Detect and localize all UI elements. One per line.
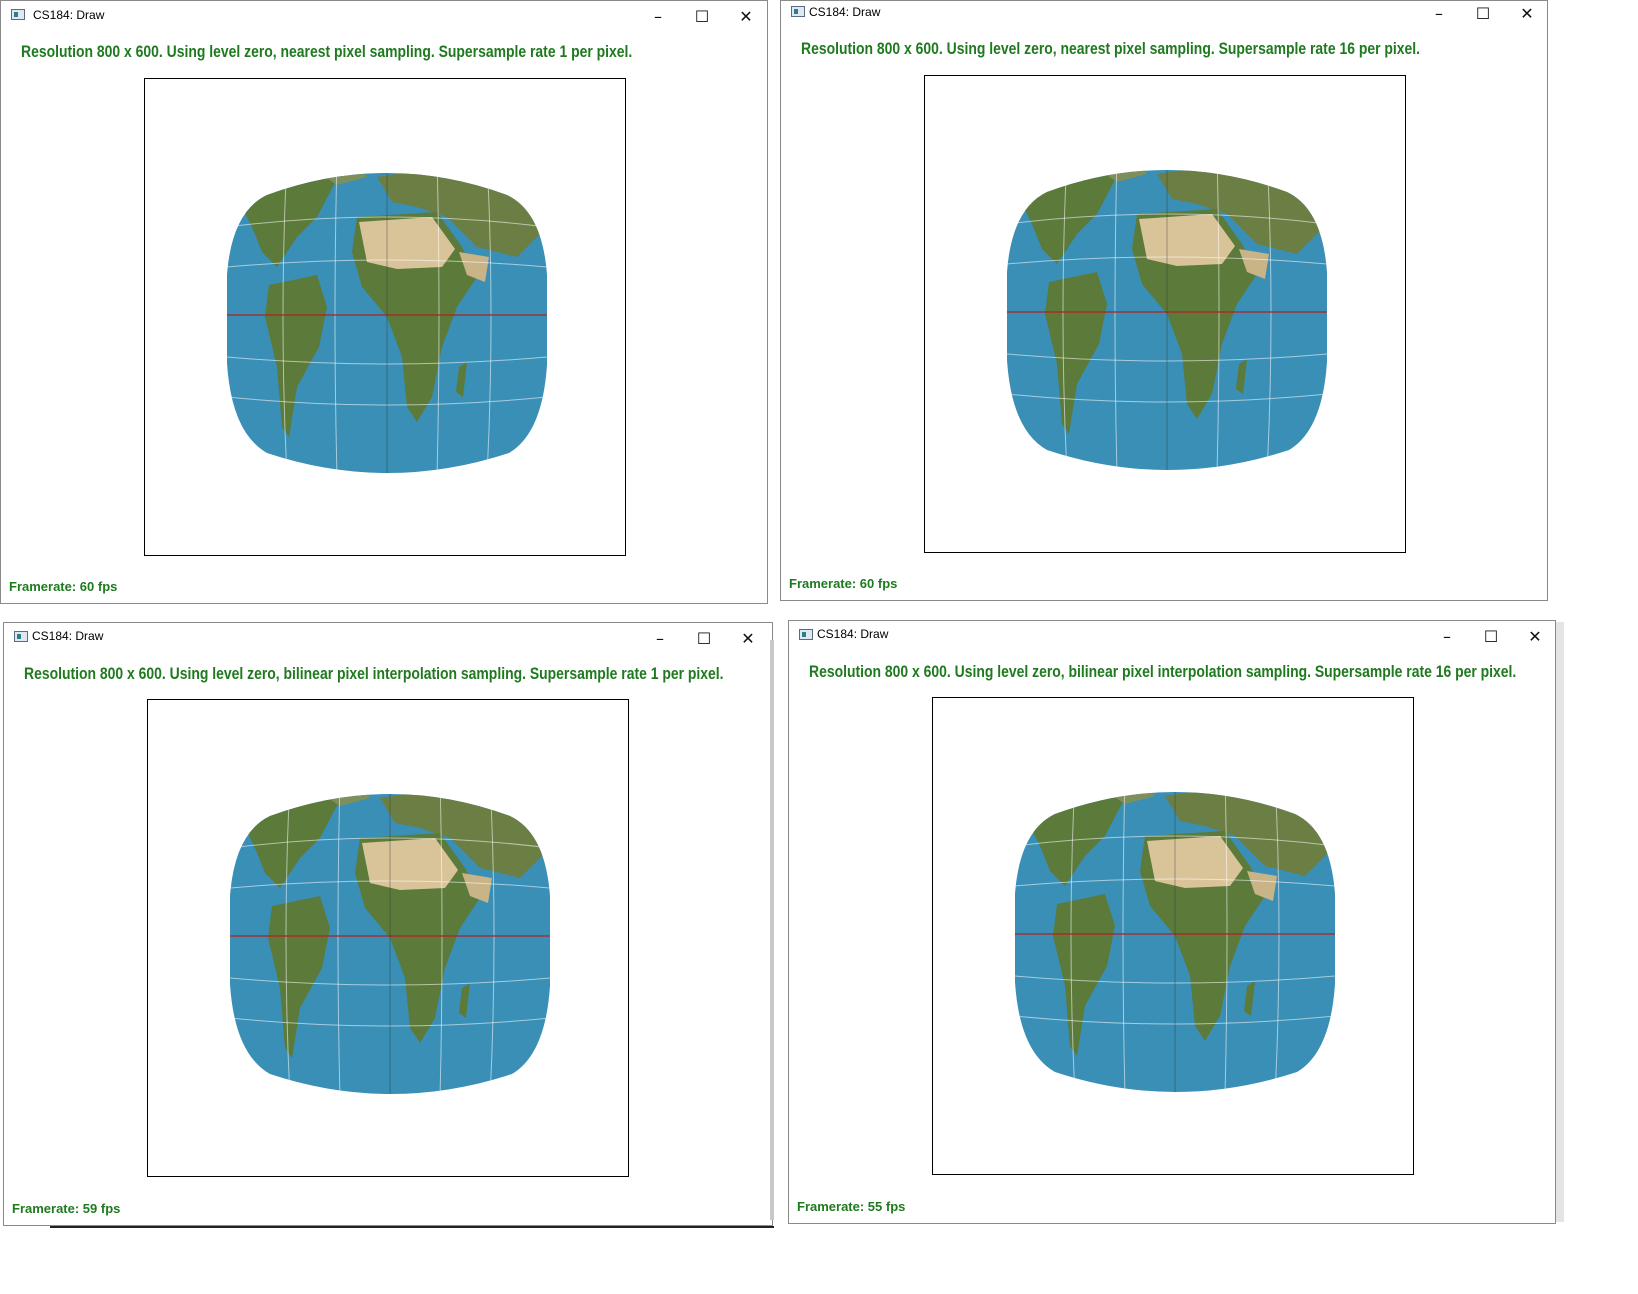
maximize-button[interactable]: ☐	[680, 1, 724, 31]
background-window-edge	[770, 640, 774, 1220]
minimize-button[interactable]: –	[638, 623, 682, 653]
titlebar[interactable]: CS184: Draw – ☐ ✕	[4, 623, 772, 653]
close-button[interactable]: ✕	[724, 1, 767, 31]
status-text: Resolution 800 x 600. Using level zero, …	[801, 39, 1421, 58]
titlebar[interactable]: CS184: Draw – ☐ ✕	[789, 621, 1555, 651]
window-title: CS184: Draw	[817, 627, 889, 641]
background-window-edge	[50, 1226, 774, 1228]
framerate-text: Framerate: 55 fps	[797, 1199, 906, 1214]
framerate-text: Framerate: 60 fps	[789, 576, 898, 591]
app-icon	[799, 629, 813, 640]
app-icon	[14, 631, 28, 642]
app-icon	[791, 6, 805, 17]
window-title: CS184: Draw	[809, 5, 881, 19]
minimize-button[interactable]: –	[1425, 621, 1469, 651]
minimize-button[interactable]: –	[1417, 1, 1461, 25]
draw-window-4[interactable]: CS184: Draw – ☐ ✕ Resolution 800 x 600. …	[788, 620, 1556, 1224]
close-button[interactable]: ✕	[1505, 1, 1547, 25]
window-title: CS184: Draw	[32, 629, 104, 643]
textured-globe	[1007, 154, 1327, 474]
textured-globe	[230, 778, 550, 1098]
maximize-button[interactable]: ☐	[1469, 621, 1513, 651]
framerate-text: Framerate: 59 fps	[12, 1201, 121, 1216]
titlebar[interactable]: CS184: Draw – ☐ ✕	[1, 1, 767, 31]
background-window-edge	[1556, 622, 1564, 1222]
status-text: Resolution 800 x 600. Using level zero, …	[21, 42, 633, 61]
status-text: Resolution 800 x 600. Using level zero, …	[809, 662, 1517, 681]
close-button[interactable]: ✕	[726, 623, 770, 653]
app-icon	[11, 9, 25, 20]
render-viewport[interactable]	[147, 699, 629, 1177]
close-button[interactable]: ✕	[1513, 621, 1555, 651]
draw-window-2[interactable]: CS184: Draw – ☐ ✕ Resolution 800 x 600. …	[780, 0, 1548, 601]
draw-window-1[interactable]: CS184: Draw – ☐ ✕ Resolution 800 x 600. …	[0, 0, 768, 604]
textured-globe	[227, 157, 547, 477]
textured-globe	[1015, 776, 1335, 1096]
draw-window-3[interactable]: CS184: Draw – ☐ ✕ Resolution 800 x 600. …	[3, 622, 773, 1226]
render-viewport[interactable]	[932, 697, 1414, 1175]
minimize-button[interactable]: –	[636, 1, 680, 31]
maximize-button[interactable]: ☐	[1461, 1, 1505, 25]
render-viewport[interactable]	[144, 78, 626, 556]
maximize-button[interactable]: ☐	[682, 623, 726, 653]
status-text: Resolution 800 x 600. Using level zero, …	[24, 664, 724, 683]
window-title: CS184: Draw	[33, 8, 105, 22]
framerate-text: Framerate: 60 fps	[9, 579, 118, 594]
titlebar[interactable]: CS184: Draw – ☐ ✕	[781, 1, 1547, 31]
render-viewport[interactable]	[924, 75, 1406, 553]
